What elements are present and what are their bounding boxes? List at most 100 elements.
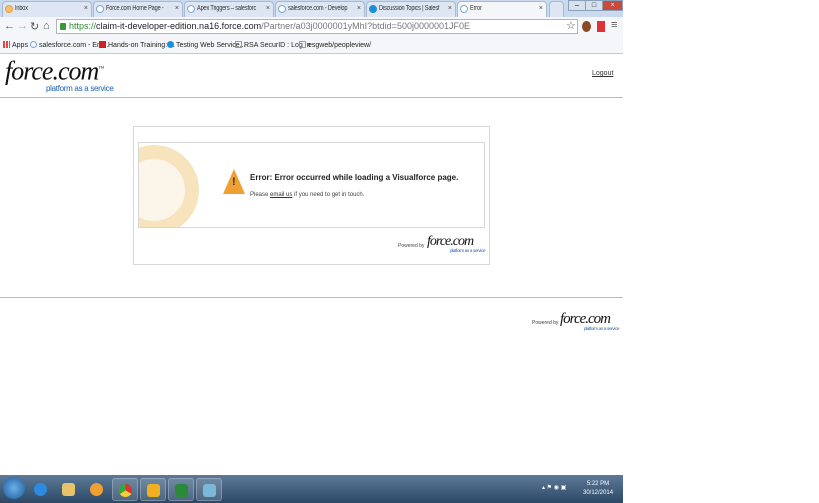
page-icon [299,41,306,48]
taskbar-ie[interactable] [28,478,54,501]
youtube-icon [99,41,106,48]
email-us-link[interactable]: email us [270,192,292,198]
clock-time: 5:22 PM [586,481,610,487]
tab-title: Error [470,5,482,12]
close-icon[interactable]: × [84,5,88,12]
logo-tm: ™ [98,66,104,72]
lock-icon [60,23,66,30]
chrome-icon [119,484,132,497]
taskbar-chrome[interactable] [112,478,138,501]
taskbar-explorer[interactable] [56,478,82,501]
msg-suffix: if you need to get in touch. [292,192,365,198]
close-icon[interactable]: × [357,5,361,12]
salesforce-icon [30,41,37,48]
url-path: /Partner/a03j0000001yMhI?btdid=500j00000… [261,21,471,31]
taskbar: ▴ ⚑ ◉ ▣ 5:22 PM 30/12/2014 [0,475,623,503]
bookmark-salesforce[interactable]: salesforce.com - Ent... [30,41,109,49]
powered-force-logo: force.com platform as a service [427,234,486,254]
menu-icon[interactable]: ≡ [611,19,617,31]
url-scheme: https:// [69,21,97,31]
minimize-button[interactable]: – [568,0,586,11]
logo-text: force.com [427,234,474,249]
profile-avatar[interactable] [582,21,591,32]
chat-icon [369,5,377,13]
close-icon[interactable]: × [448,5,452,12]
chat-icon [167,41,174,48]
toolbar: ← → ↻ ⌂ https://claim-it-developer-editi… [0,17,623,37]
bookmarks-bar: Apps salesforce.com - Ent... Hands-on Tr… [0,37,623,54]
reload-icon[interactable]: ↻ [30,20,39,33]
error-panel: ! Error: Error occurred while loading a … [133,126,490,265]
error-title: Error: Error occurred while loading a Vi… [250,173,459,182]
msg-prefix: Please [250,192,271,198]
salesforce-icon [96,5,104,13]
extension-icon[interactable] [597,21,605,32]
bookmark-testing[interactable]: Testing Web Service... [167,41,246,49]
logo-text: force.com [560,311,611,327]
tab-inbox[interactable]: Inbox × [2,1,92,17]
address-bar[interactable]: https://claim-it-developer-edition.na16.… [56,19,578,34]
bookmark-esgweb[interactable]: esgweb/peopleview/ [299,41,371,49]
browser-window: Inbox × Force.com Home Page - × Apex Trigg… [0,0,623,503]
footer-divider [0,297,623,298]
start-button[interactable] [3,477,25,499]
tray-icons[interactable]: ▴ ⚑ ◉ ▣ [542,484,566,491]
footer-powered-by-label: Powered by [532,320,559,326]
tab-title: Force.com Home Page - [106,5,164,12]
page-icon [235,41,242,48]
logout-link[interactable]: Logout [592,70,613,77]
error-subtext: Please email us if you need to get in to… [250,192,364,198]
clock-illustration [139,145,199,227]
taskbar-excel[interactable] [168,478,194,501]
error-message-box: ! Error: Error occurred while loading a … [138,142,485,228]
taskbar-app2[interactable] [196,478,222,501]
clock-date: 30/12/2014 [583,490,614,496]
tab-title: Inbox [15,5,28,12]
app-icon [203,484,216,497]
apps-icon [3,41,10,48]
close-icon[interactable]: × [539,5,543,12]
home-icon[interactable]: ⌂ [43,20,50,32]
gmail-icon [5,5,13,13]
tab-error[interactable]: Error × [457,1,547,17]
excel-icon [175,484,188,497]
salesforce-icon [278,5,286,13]
maximize-button[interactable]: □ [585,0,603,11]
bookmark-label: esgweb/peopleview/ [308,42,372,49]
powered-by-label: Powered by [398,243,425,249]
salesforce-icon [460,5,468,13]
back-icon[interactable]: ← [4,20,15,32]
taskbar-outlook[interactable] [140,478,166,501]
folder-icon [62,483,75,496]
close-window-button[interactable]: × [602,0,623,11]
force-logo: force.com™ platform as a service [5,57,114,93]
logo-subtitle: platform as a service [46,83,114,93]
new-tab-button[interactable] [549,1,564,17]
forward-icon[interactable]: → [17,20,28,32]
logo-subtitle: platform as a service [450,248,486,253]
warning-icon: ! [223,169,245,194]
bookmark-apps[interactable]: Apps [3,41,28,49]
tab-force-home[interactable]: Force.com Home Page - × [93,1,183,17]
close-icon[interactable]: × [175,5,179,12]
ie-icon [34,483,47,496]
logo-text: force.com [5,56,99,86]
salesforce-icon [187,5,195,13]
logo-subtitle: platform as a service [584,326,620,331]
system-clock[interactable]: 5:22 PM 30/12/2014 [583,480,613,498]
tab-discussion[interactable]: Discussion Topics | Salesf × [366,1,456,17]
tab-apex[interactable]: Apex Triggers – salesforc × [184,1,274,17]
url-host: claim-it-developer-edition.na16.force.co… [96,21,262,31]
taskbar-app[interactable] [84,478,110,501]
tab-title: salesforce.com - Develop [288,5,348,12]
tab-developer[interactable]: salesforce.com - Develop × [275,1,365,17]
header-divider [0,97,623,98]
close-icon[interactable]: × [266,5,270,12]
star-icon[interactable]: ☆ [566,19,576,32]
tab-title: Apex Triggers – salesforc [197,5,257,12]
app-icon [90,483,103,496]
tab-strip: Inbox × Force.com Home Page - × Apex Trigg… [0,0,623,17]
tab-title: Discussion Topics | Salesf [379,5,440,12]
outlook-icon [147,484,160,497]
bookmark-hands-on[interactable]: Hands-on Training: ... [99,41,175,49]
